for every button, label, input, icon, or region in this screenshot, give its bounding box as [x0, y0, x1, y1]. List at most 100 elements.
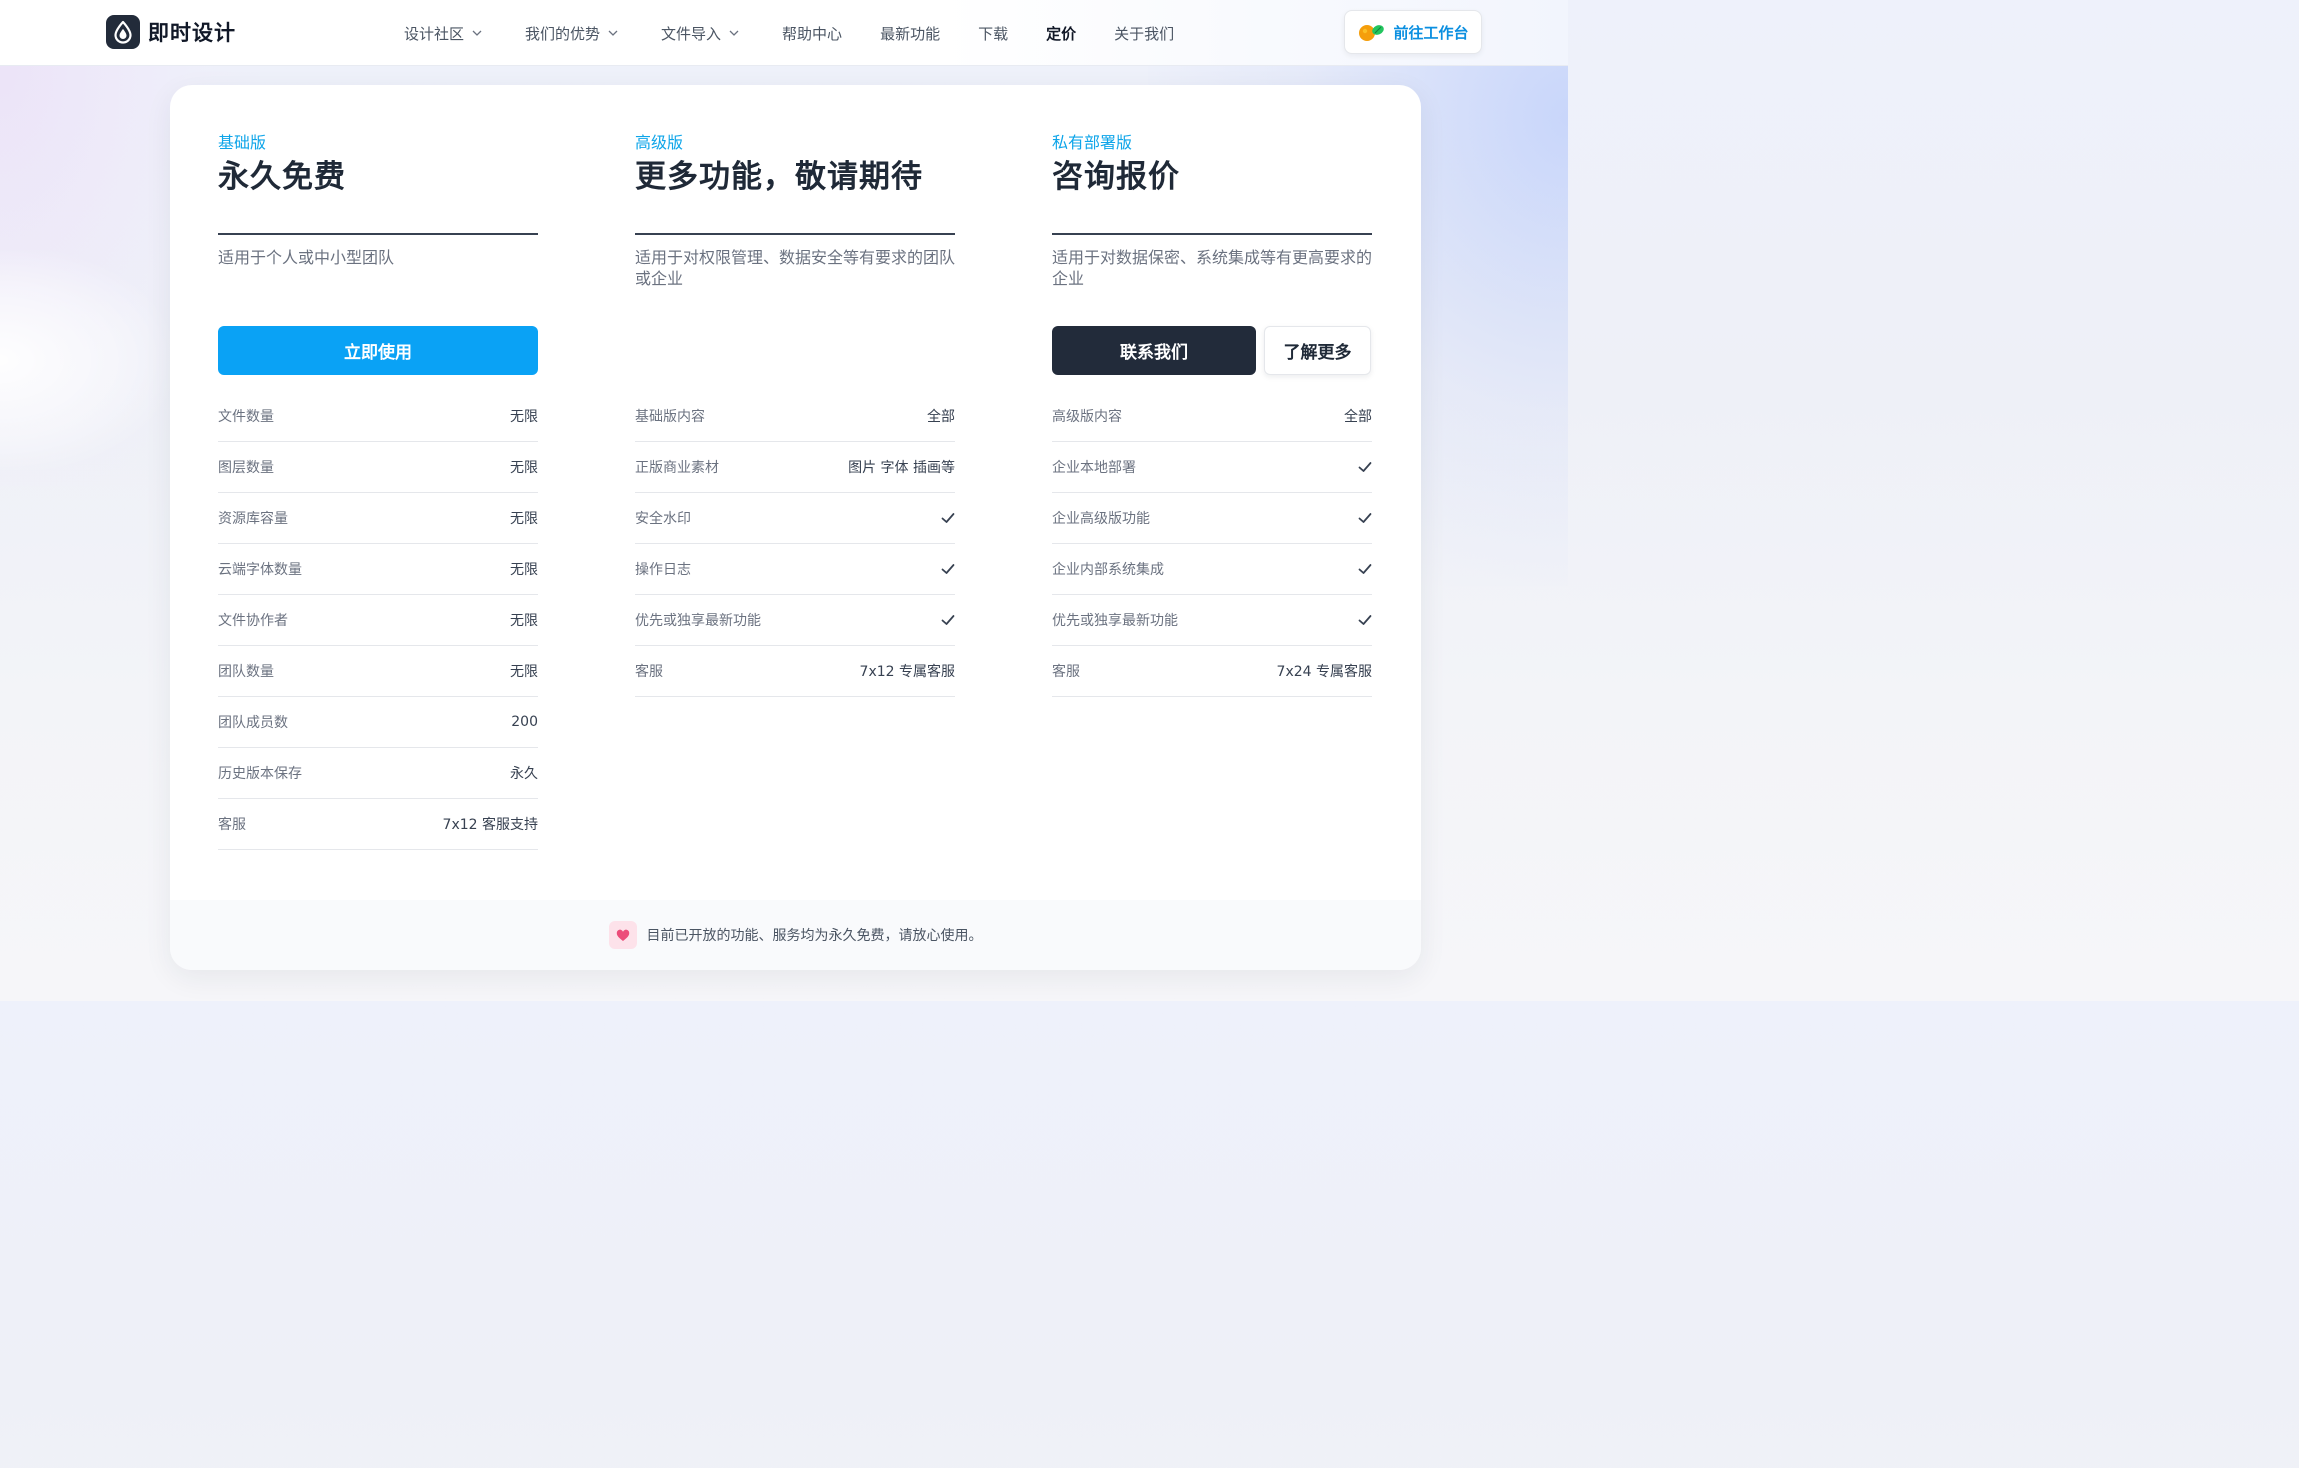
- nav-item-our-advantages[interactable]: 我们的优势: [525, 23, 619, 44]
- plan-title: 更多功能，敬请期待: [635, 159, 923, 195]
- feature-value: 无限: [510, 562, 538, 578]
- feature-label: 历史版本保存: [218, 766, 302, 782]
- free-notice-bar: 目前已开放的功能、服务均为永久免费，请放心使用。: [170, 900, 1421, 970]
- logo-text: 即时设计: [148, 21, 236, 45]
- free-notice-text: 目前已开放的功能、服务均为永久免费，请放心使用。: [646, 928, 983, 944]
- feature-row: 文件数量 无限: [218, 391, 538, 442]
- feature-row: 客服 7x12 客服支持: [218, 799, 538, 850]
- feature-row: 正版商业素材 图片 字体 插画等: [635, 442, 955, 493]
- feature-label: 文件协作者: [218, 613, 288, 629]
- learn-more-button[interactable]: 了解更多: [1264, 326, 1371, 375]
- nav-item-pricing[interactable]: 定价: [1046, 23, 1076, 44]
- feature-label: 企业内部系统集成: [1052, 562, 1164, 578]
- feature-list: 高级版内容 全部 企业本地部署 企业高级版功能 企业内部系统集成 优先或独享最新功…: [1052, 391, 1372, 697]
- top-navigation-bar: 即时设计 设计社区 我们的优势 文件导入 帮助中心 最新功能 下载 定价 关于我…: [0, 0, 1568, 66]
- feature-row: 团队成员数 200: [218, 697, 538, 748]
- chevron-down-icon: [608, 30, 618, 36]
- plan-title: 永久免费: [218, 159, 346, 195]
- brand-logo[interactable]: 即时设计: [106, 15, 236, 49]
- chevron-down-icon: [729, 30, 739, 36]
- feature-list: 文件数量 无限 图层数量 无限 资源库容量 无限 云端字体数量 无限 文件协作者 无限 团…: [218, 391, 538, 850]
- nav-item-file-import[interactable]: 文件导入: [661, 23, 740, 44]
- nav-label: 定价: [1046, 24, 1077, 43]
- feature-row: 云端字体数量 无限: [218, 544, 538, 595]
- plan-divider: [1052, 233, 1372, 235]
- plan-tier-label: 高级版: [635, 133, 684, 152]
- plan-tier-label: 私有部署版: [1052, 133, 1133, 152]
- check-icon: [941, 513, 955, 523]
- nav-label: 关于我们: [1114, 24, 1175, 43]
- feature-row: 高级版内容 全部: [1052, 391, 1372, 442]
- feature-value: 无限: [510, 511, 538, 527]
- feature-label: 资源库容量: [218, 511, 288, 527]
- feature-label: 团队数量: [218, 664, 274, 680]
- feature-value: 全部: [1344, 409, 1372, 425]
- feature-row: 安全水印: [635, 493, 955, 544]
- feature-value: 图片 字体 插画等: [848, 460, 955, 476]
- main-nav: 设计社区 我们的优势 文件导入 帮助中心 最新功能 下载 定价 关于我们: [404, 0, 1174, 66]
- chevron-down-icon: [472, 30, 482, 36]
- nav-label: 设计社区: [404, 24, 465, 43]
- nav-label: 我们的优势: [525, 24, 601, 43]
- workbench-label: 前往工作台: [1393, 23, 1469, 42]
- nav-label: 下载: [978, 24, 1009, 43]
- plan-tier-label: 基础版: [218, 133, 267, 152]
- feature-label: 客服: [635, 664, 663, 680]
- feature-row: 企业内部系统集成: [1052, 544, 1372, 595]
- feature-list: 基础版内容 全部 正版商业素材 图片 字体 插画等 安全水印 操作日志 优先或独享最…: [635, 391, 955, 697]
- go-to-workbench-button[interactable]: 前往工作台: [1344, 10, 1482, 54]
- feature-label: 客服: [1052, 664, 1080, 680]
- feature-value: 永久: [510, 766, 538, 782]
- plan-title: 咨询报价: [1052, 159, 1180, 195]
- feature-label: 正版商业素材: [635, 460, 719, 476]
- background-cloud: [0, 250, 170, 470]
- feature-row: 操作日志: [635, 544, 955, 595]
- feature-value: 200: [511, 714, 538, 730]
- plan-description: 适用于对权限管理、数据安全等有要求的团队或企业: [635, 248, 956, 288]
- plan-divider: [218, 233, 538, 235]
- nav-item-about-us[interactable]: 关于我们: [1114, 23, 1174, 44]
- pricing-card: 基础版 永久免费 适用于个人或中小型团队 立即使用 文件数量 无限 图层数量 无限 …: [170, 85, 1421, 970]
- heart-icon: [608, 921, 637, 949]
- feature-label: 团队成员数: [218, 715, 288, 731]
- plan-description: 适用于对数据保密、系统集成等有更高要求的企业: [1052, 248, 1373, 288]
- feature-row: 基础版内容 全部: [635, 391, 955, 442]
- feature-row: 企业本地部署: [1052, 442, 1372, 493]
- feature-row: 优先或独享最新功能: [1052, 595, 1372, 646]
- feature-value: 无限: [510, 613, 538, 629]
- feature-row: 企业高级版功能: [1052, 493, 1372, 544]
- feature-value: 7x12 客服支持: [442, 817, 538, 833]
- feature-label: 云端字体数量: [218, 562, 302, 578]
- feature-value: 无限: [510, 460, 538, 476]
- check-icon: [1358, 564, 1372, 574]
- feature-value: 全部: [927, 409, 955, 425]
- nav-label: 最新功能: [880, 24, 941, 43]
- feature-row: 文件协作者 无限: [218, 595, 538, 646]
- nav-item-download[interactable]: 下载: [978, 23, 1008, 44]
- nav-item-help-center[interactable]: 帮助中心: [782, 23, 842, 44]
- feature-label: 企业本地部署: [1052, 460, 1136, 476]
- check-icon: [941, 564, 955, 574]
- feature-row: 客服 7x24 专属客服: [1052, 646, 1372, 697]
- contact-us-button[interactable]: 联系我们: [1052, 326, 1256, 375]
- use-now-button[interactable]: 立即使用: [218, 326, 538, 375]
- feature-row: 优先或独享最新功能: [635, 595, 955, 646]
- feature-label: 高级版内容: [1052, 409, 1122, 425]
- nav-label: 文件导入: [661, 24, 722, 43]
- logo-icon: [106, 15, 140, 49]
- feature-value: 无限: [510, 409, 538, 425]
- feature-value: 无限: [510, 664, 538, 680]
- plan-description: 适用于个人或中小型团队: [218, 248, 395, 267]
- feature-label: 基础版内容: [635, 409, 705, 425]
- feature-row: 历史版本保存 永久: [218, 748, 538, 799]
- feature-value: 7x12 专属客服: [859, 664, 955, 680]
- check-icon: [1358, 462, 1372, 472]
- nav-item-latest-features[interactable]: 最新功能: [880, 23, 940, 44]
- feature-row: 团队数量 无限: [218, 646, 538, 697]
- feature-label: 优先或独享最新功能: [635, 613, 761, 629]
- feature-label: 优先或独享最新功能: [1052, 613, 1178, 629]
- feature-row: 图层数量 无限: [218, 442, 538, 493]
- nav-label: 帮助中心: [782, 24, 843, 43]
- nav-item-design-community[interactable]: 设计社区: [404, 23, 483, 44]
- feature-label: 图层数量: [218, 460, 274, 476]
